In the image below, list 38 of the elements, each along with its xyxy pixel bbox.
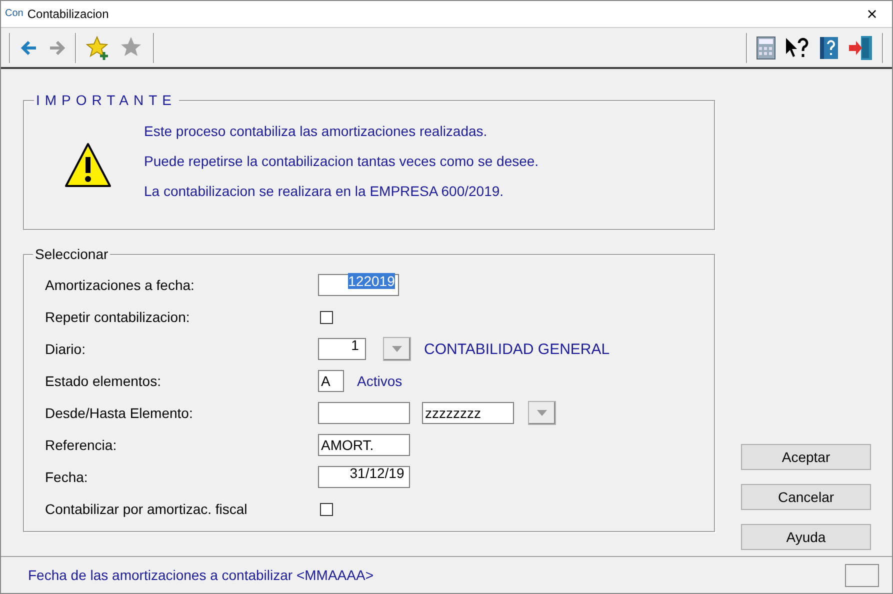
- dialog-button[interactable]: Cancelar: [741, 484, 871, 510]
- warning-icon: [64, 142, 112, 188]
- notice-text: Puede repetirse la contabilizacion tantas veces como se desee.: [144, 152, 539, 170]
- input-field[interactable]: A: [318, 370, 344, 392]
- input-field[interactable]: zzzzzzzz: [422, 402, 514, 424]
- checkbox[interactable]: [320, 502, 333, 516]
- input-field[interactable]: [318, 402, 410, 424]
- app-label: Con: [5, 9, 24, 19]
- dialog-button[interactable]: Aceptar: [741, 444, 871, 470]
- status-panel: [845, 564, 879, 586]
- caret-icon: [392, 346, 402, 352]
- input-field[interactable]: 1: [318, 338, 366, 360]
- status-message: Fecha de las amortizaciones a contabilizar <MMAAAA>: [28, 567, 374, 583]
- field-label: Desde/Hasta Elemento:: [45, 405, 194, 421]
- field-label: Amortizaciones a fecha:: [45, 277, 196, 293]
- dialog-button[interactable]: Ayuda: [741, 524, 871, 550]
- field-description: Activos: [357, 373, 402, 389]
- field-label: Fecha:: [45, 469, 89, 485]
- close-button[interactable]: ×: [852, 4, 892, 24]
- caret-icon: [537, 410, 547, 416]
- group-title: IMPORTANTE: [34, 92, 178, 108]
- notice-text: Este proceso contabiliza las amortizaciones realizadas.: [144, 122, 488, 140]
- field-description: CONTABILIDAD GENERAL: [424, 340, 610, 358]
- group-title: Seleccionar: [33, 246, 110, 262]
- input-field[interactable]: 31/12/19: [318, 466, 410, 488]
- dropdown-button[interactable]: [383, 337, 411, 361]
- field-label: Estado elementos:: [45, 373, 162, 389]
- field-label: Contabilizar por amortizac. fiscal: [45, 501, 248, 517]
- checkbox[interactable]: [320, 310, 333, 324]
- field-label: Diario:: [45, 341, 86, 357]
- calculator-icon[interactable]: [754, 34, 778, 62]
- notice-text: La contabilizacion se realizara en la EMPRESA 600/2019.: [144, 182, 505, 200]
- input-field[interactable]: AMORT.: [318, 434, 410, 456]
- window-title: Contabilizacion: [27, 7, 110, 21]
- field-label: Repetir contabilizacion:: [45, 309, 191, 325]
- dropdown-button[interactable]: [528, 401, 556, 425]
- field-label: Referencia:: [45, 437, 118, 453]
- input-field[interactable]: 122019: [318, 274, 399, 296]
